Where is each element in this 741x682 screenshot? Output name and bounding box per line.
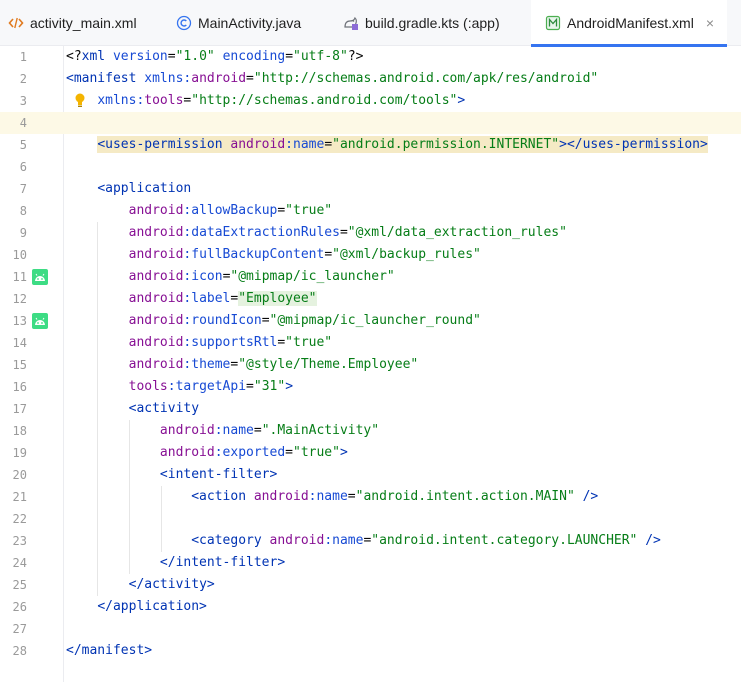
line-number: 12 [12,292,27,306]
current-line-highlight: 4 [0,112,741,134]
code-text: android:label="Employee" [128,291,317,306]
code-text: <intent-filter> [159,467,278,482]
android-icon[interactable] [32,269,48,285]
close-tab-icon[interactable]: × [706,15,714,31]
line-number: 11 [12,270,27,284]
code-text: <application [97,181,192,196]
code-line: 19 android:exported="true"> [0,442,741,464]
line-number: 10 [12,248,27,262]
code-line: 21 <action android:name="android.intent.… [0,486,741,508]
line-number: 27 [12,622,27,636]
code-text: </application> [97,599,207,614]
tab-activity-main-xml[interactable]: activity_main.xml [0,0,156,46]
code-line: 16 tools:targetApi="31"> [0,376,741,398]
line-number: 14 [12,336,27,350]
code-line: 14 android:supportsRtl="true" [0,332,741,354]
code-line: 20 <intent-filter> [0,464,741,486]
code-line: 18 android:name=".MainActivity" [0,420,741,442]
line-number: 3 [19,94,27,108]
line-number: 9 [19,226,27,240]
line-number: 15 [12,358,27,372]
code-line: 8 android:allowBackup="true" [0,200,741,222]
line-number: 28 [12,644,27,658]
line-number: 7 [19,182,27,196]
tab-android-manifest-xml[interactable]: AndroidManifest.xml × [531,0,727,47]
code-text: <action android:name="android.intent.act… [191,489,599,504]
code-text: android:supportsRtl="true" [128,335,333,350]
tab-label: MainActivity.java [198,15,302,31]
code-line: 5 <uses-permission android:name="android… [0,134,741,156]
tab-label: activity_main.xml [30,15,137,31]
code-text: xmlns:tools="http://schemas.android.com/… [97,93,466,108]
code-text: android:allowBackup="true" [128,203,333,218]
code-text: <uses-permission android:name="android.p… [97,136,708,153]
code-line: 27 [0,618,741,640]
gradle-file-icon [343,15,359,31]
manifest-file-icon [545,15,561,31]
tab-label: build.gradle.kts (:app) [365,15,500,31]
code-text: <category android:name="android.intent.c… [191,533,661,548]
java-class-icon [176,15,192,31]
xml-file-icon [8,15,24,31]
code-line: 15 android:theme="@style/Theme.Employee" [0,354,741,376]
code-text: android:roundIcon="@mipmap/ic_launcher_r… [128,313,481,328]
code-text: </intent-filter> [159,555,286,570]
line-number: 21 [12,490,27,504]
code-line: 10 android:fullBackupContent="@xml/backu… [0,244,741,266]
code-text: android:fullBackupContent="@xml/backup_r… [128,247,481,262]
line-number: 2 [19,72,27,86]
editor-tab-bar: activity_main.xml MainActivity.java buil… [0,0,741,47]
code-text: android:icon="@mipmap/ic_launcher" [128,269,395,284]
code-line: 22 [0,508,741,530]
line-number: 25 [12,578,27,592]
code-line: 1 <?xml version="1.0" encoding="utf-8"?> [0,46,741,68]
code-text: </activity> [128,577,215,592]
code-text: </manifest> [66,643,153,658]
line-number: 8 [19,204,27,218]
line-number: 17 [12,402,27,416]
line-number: 26 [12,600,27,614]
line-number: 6 [19,160,27,174]
code-line: 11 android:icon="@mipmap/ic_launcher" [0,266,741,288]
code-line: 26 </application> [0,596,741,618]
line-number: 13 [12,314,27,328]
line-number: 24 [12,556,27,570]
code-text: tools:targetApi="31"> [128,379,294,394]
line-number: 20 [12,468,27,482]
code-editor[interactable]: 1 <?xml version="1.0" encoding="utf-8"?>… [0,46,741,682]
code-line: 3 xmlns:tools="http://schemas.android.co… [0,90,741,112]
code-text: <?xml version="1.0" encoding="utf-8"?> [66,49,364,64]
code-line: 7 <application [0,178,741,200]
android-icon[interactable] [32,313,48,329]
line-number: 1 [19,50,27,64]
code-line: 6 [0,156,741,178]
line-number: 18 [12,424,27,438]
tab-mainactivity-java[interactable]: MainActivity.java [168,0,328,46]
code-text: android:dataExtractionRules="@xml/data_e… [128,225,567,240]
code-line: 13 android:roundIcon="@mipmap/ic_launche… [0,310,741,332]
code-text: <manifest xmlns:android="http://schemas.… [66,71,599,86]
code-text: <activity [128,401,200,416]
line-number: 4 [19,116,27,130]
code-line: 23 <category android:name="android.inten… [0,530,741,552]
line-number: 23 [12,534,27,548]
code-line: 28 </manifest> [0,640,741,662]
line-number: 5 [19,138,27,152]
tab-label: AndroidManifest.xml [567,15,694,31]
code-line: 17 <activity [0,398,741,420]
code-line: 25 </activity> [0,574,741,596]
line-number: 22 [12,512,27,526]
line-number: 16 [12,380,27,394]
code-text: android:theme="@style/Theme.Employee" [128,357,419,372]
line-number: 19 [12,446,27,460]
code-line: 24 </intent-filter> [0,552,741,574]
code-text: android:name=".MainActivity" [159,423,380,438]
code-line: 12 android:label="Employee" [0,288,741,310]
code-line: 2 <manifest xmlns:android="http://schema… [0,68,741,90]
code-line: 9 android:dataExtractionRules="@xml/data… [0,222,741,244]
tab-build-gradle-kts[interactable]: build.gradle.kts (:app) [335,0,521,46]
code-text: android:exported="true"> [159,445,348,460]
